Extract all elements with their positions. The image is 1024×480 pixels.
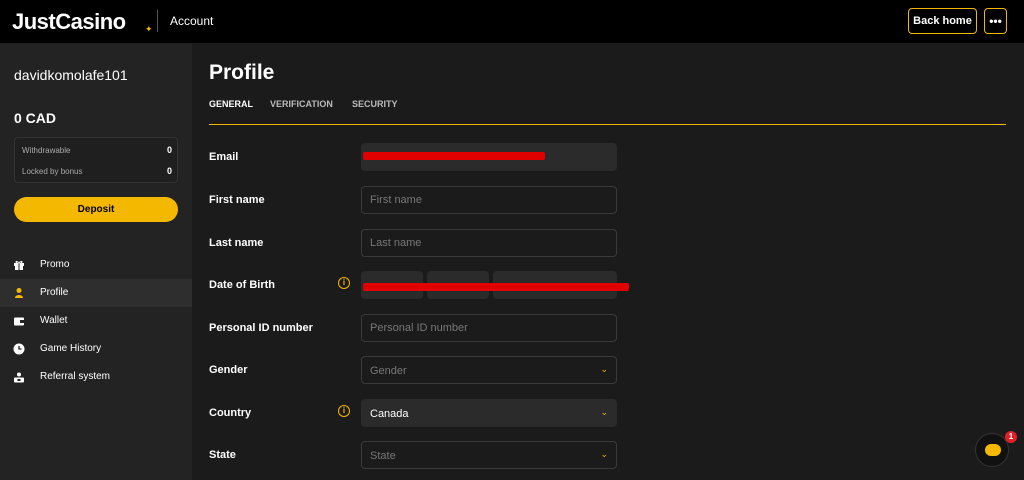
main-content: Profile GENERAL VERIFICATION SECURITY Em… bbox=[192, 43, 1024, 480]
info-icon[interactable]: i bbox=[338, 405, 350, 417]
personal-id-row: Personal ID number bbox=[209, 314, 619, 344]
sidebar-nav: Promo Profile Wallet Game History Referr… bbox=[0, 251, 192, 391]
deposit-button[interactable]: Deposit bbox=[14, 197, 178, 222]
sidebar-item-label: Promo bbox=[40, 259, 70, 270]
state-select[interactable]: State ⌄ bbox=[361, 441, 617, 469]
sidebar-item-label: Referral system bbox=[40, 371, 111, 382]
username: davidkomolafe101 bbox=[14, 67, 128, 83]
locked-bonus-row: Locked by bonus 0 bbox=[22, 166, 172, 176]
personal-id-label: Personal ID number bbox=[209, 322, 313, 334]
gender-label: Gender bbox=[209, 364, 248, 376]
back-home-button[interactable]: Back home bbox=[908, 8, 977, 34]
page-title: Profile bbox=[209, 61, 275, 84]
chat-notification-badge: 1 bbox=[1005, 431, 1017, 443]
sidebar-item-label: Wallet bbox=[40, 315, 68, 326]
last-name-row: Last name bbox=[209, 229, 619, 259]
gender-row: Gender Gender ⌄ bbox=[209, 356, 619, 386]
email-redaction bbox=[363, 152, 545, 160]
tab-general[interactable]: GENERAL bbox=[209, 99, 253, 109]
tab-verification[interactable]: VERIFICATION bbox=[270, 99, 333, 109]
gender-value: Gender bbox=[370, 365, 407, 377]
balance: 0 CAD bbox=[14, 110, 57, 126]
withdrawable-row: Withdrawable 0 bbox=[22, 145, 172, 155]
chevron-down-icon: ⌄ bbox=[600, 407, 608, 417]
gender-select[interactable]: Gender ⌄ bbox=[361, 356, 617, 384]
tab-security[interactable]: SECURITY bbox=[352, 99, 398, 109]
locked-bonus-value: 0 bbox=[166, 166, 172, 176]
personal-id-input[interactable] bbox=[361, 314, 617, 342]
sidebar: davidkomolafe101 0 CAD Withdrawable 0 Lo… bbox=[0, 43, 192, 480]
first-name-label: First name bbox=[209, 194, 265, 206]
state-row: State State ⌄ bbox=[209, 441, 619, 471]
sidebar-item-wallet[interactable]: Wallet bbox=[0, 307, 192, 335]
chat-button[interactable] bbox=[975, 433, 1009, 467]
withdrawable-label: Withdrawable bbox=[22, 146, 71, 155]
user-icon bbox=[13, 287, 25, 299]
country-select[interactable]: Canada ⌄ bbox=[361, 399, 617, 427]
state-label: State bbox=[209, 449, 236, 461]
sidebar-item-label: Profile bbox=[40, 287, 69, 298]
state-value: State bbox=[370, 450, 396, 462]
withdrawable-value: 0 bbox=[166, 145, 172, 155]
logo[interactable]: JustCasino bbox=[12, 9, 126, 35]
last-name-label: Last name bbox=[209, 237, 264, 249]
country-value: Canada bbox=[370, 408, 409, 420]
dob-label: Date of Birth bbox=[209, 279, 275, 291]
referral-icon bbox=[13, 371, 25, 383]
chat-icon bbox=[985, 444, 1001, 456]
info-icon[interactable]: i bbox=[338, 277, 350, 289]
balance-details: Withdrawable 0 Locked by bonus 0 bbox=[14, 137, 178, 183]
logo-star-icon: ✦ bbox=[145, 24, 153, 34]
chevron-down-icon: ⌄ bbox=[600, 364, 608, 374]
country-row: Country i Canada ⌄ bbox=[209, 399, 619, 429]
dob-redaction bbox=[363, 283, 629, 291]
chevron-down-icon: ⌄ bbox=[600, 449, 608, 459]
header-divider bbox=[157, 10, 158, 32]
email-row: Email bbox=[209, 143, 619, 173]
first-name-input[interactable] bbox=[361, 186, 617, 214]
last-name-input[interactable] bbox=[361, 229, 617, 257]
country-label: Country bbox=[209, 407, 252, 419]
sidebar-item-label: Game History bbox=[40, 343, 102, 354]
wallet-icon bbox=[13, 315, 25, 327]
top-bar: JustCasino ✦ Account Back home ••• bbox=[0, 0, 1024, 43]
sidebar-item-promo[interactable]: Promo bbox=[0, 251, 192, 279]
clock-icon bbox=[13, 343, 25, 355]
locked-bonus-label: Locked by bonus bbox=[22, 167, 83, 176]
dob-row: Date of Birth i bbox=[209, 271, 629, 301]
section-title: Account bbox=[170, 14, 214, 28]
more-menu-button[interactable]: ••• bbox=[984, 8, 1007, 34]
gift-icon bbox=[13, 259, 25, 271]
first-name-row: First name bbox=[209, 186, 619, 216]
sidebar-item-referral-system[interactable]: Referral system bbox=[0, 363, 192, 391]
tab-divider bbox=[209, 124, 1006, 125]
sidebar-item-profile[interactable]: Profile bbox=[0, 279, 192, 307]
email-label: Email bbox=[209, 151, 239, 163]
sidebar-item-game-history[interactable]: Game History bbox=[0, 335, 192, 363]
